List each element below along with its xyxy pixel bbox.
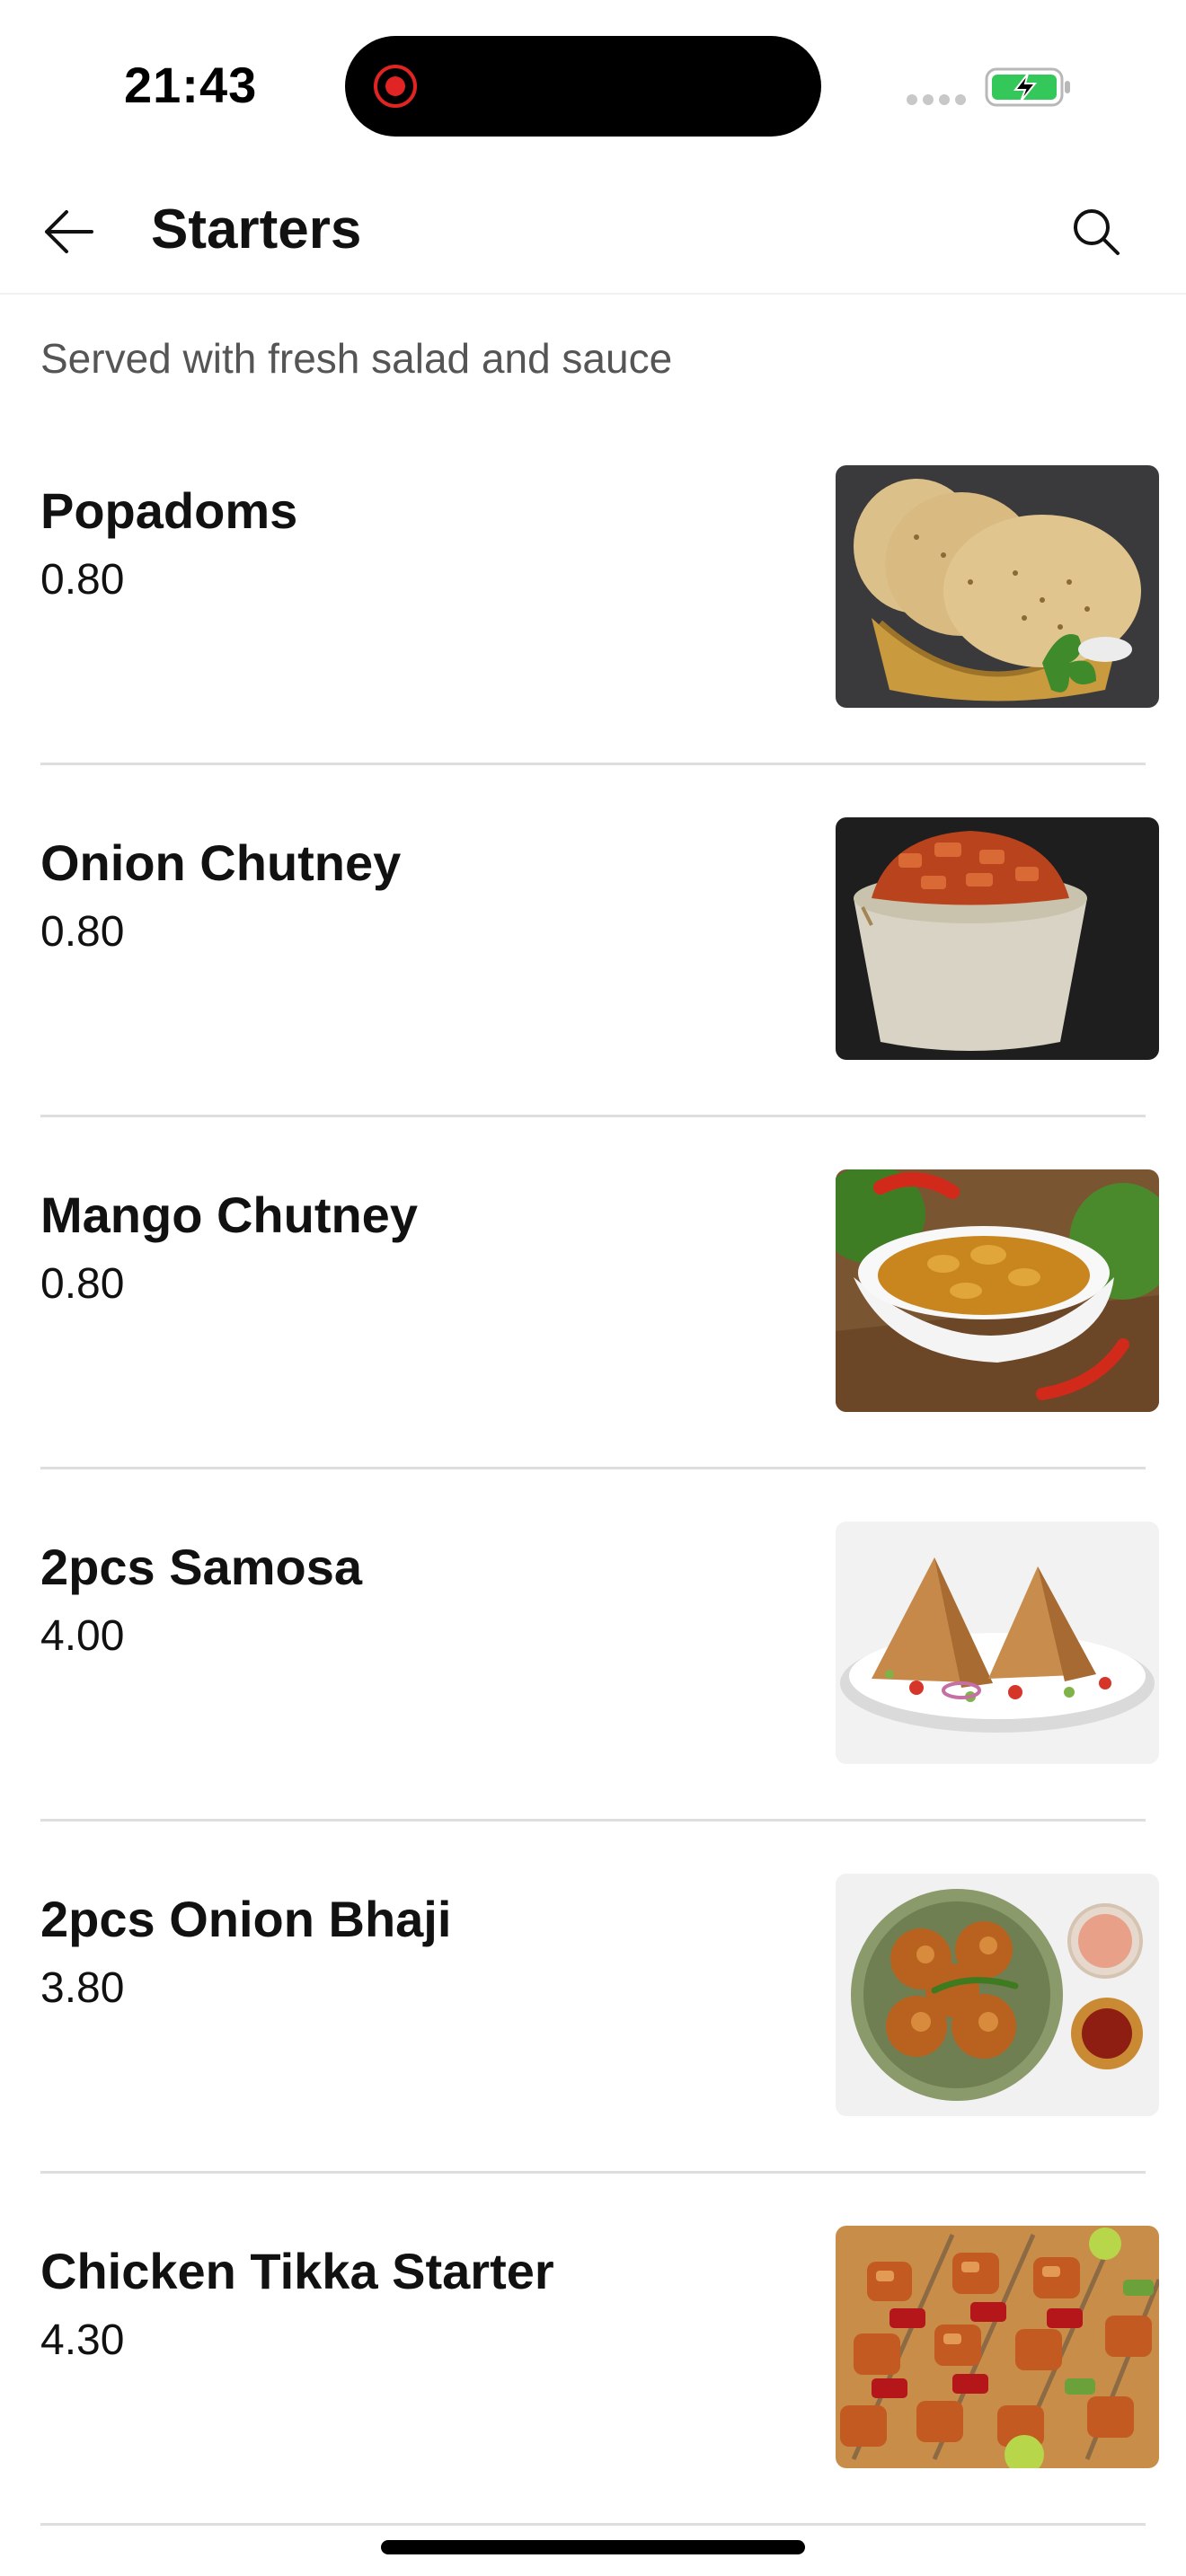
item-price: 0.80 [40,556,125,604]
category-description: Served with fresh salad and sauce [40,335,673,382]
back-button[interactable] [36,199,101,264]
menu-item-list: Popadoms 0.80 Onion Chutney 0.80 Mango C… [0,413,1186,2526]
chicken-tikka-photo [836,2226,1159,2468]
popadoms-photo [836,465,1159,708]
item-name: 2pcs Samosa [40,1539,362,1595]
status-time: 21:43 [124,57,258,113]
item-price: 4.00 [40,1612,125,1660]
item-name: Mango Chutney [40,1187,418,1243]
search-button[interactable] [1064,199,1128,264]
record-dot-icon [374,65,417,108]
cellular-signal-icon [907,94,966,105]
onion-bhaji-photo [836,1874,1159,2116]
item-name: Chicken Tikka Starter [40,2243,554,2299]
menu-item-mango-chutney[interactable]: Mango Chutney 0.80 [0,1117,1186,1469]
item-price: 0.80 [40,908,125,956]
item-price: 3.80 [40,1964,125,2012]
battery-charging-icon [985,67,1070,107]
dynamic-island [345,36,821,137]
menu-item-samosa[interactable]: 2pcs Samosa 4.00 [0,1469,1186,1822]
item-price: 4.30 [40,2316,125,2364]
item-name: Onion Chutney [40,834,402,891]
onion-chutney-photo [836,817,1159,1060]
search-icon [1074,209,1120,255]
home-indicator[interactable] [381,2540,805,2554]
item-price: 0.80 [40,1260,125,1308]
menu-item-popadoms[interactable]: Popadoms 0.80 [0,413,1186,765]
samosa-photo [836,1522,1159,1764]
arrow-left-icon [45,210,93,253]
menu-item-onion-chutney[interactable]: Onion Chutney 0.80 [0,765,1186,1117]
item-name: Popadoms [40,482,298,539]
menu-item-chicken-tikka-starter[interactable]: Chicken Tikka Starter 4.30 [0,2174,1186,2526]
menu-item-onion-bhaji[interactable]: 2pcs Onion Bhaji 3.80 [0,1822,1186,2174]
status-bar: 21:43 [0,0,1186,171]
item-name: 2pcs Onion Bhaji [40,1891,452,1947]
page-title: Starters [151,198,362,260]
mango-chutney-photo [836,1169,1159,1412]
top-navigation-bar: Starters [0,171,1186,295]
